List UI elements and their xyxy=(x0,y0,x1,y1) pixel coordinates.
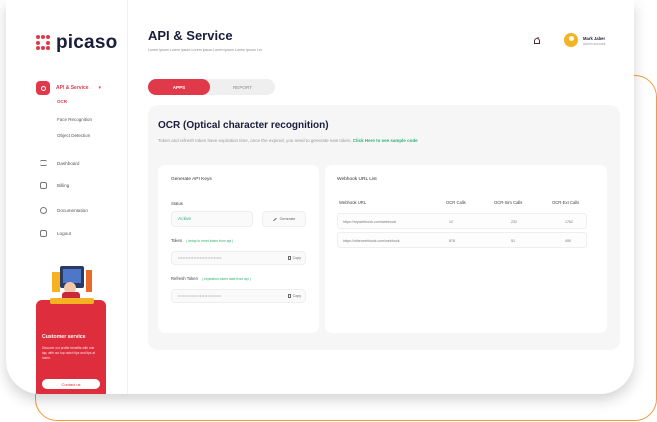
sidebar-item-logout[interactable]: Logout xyxy=(40,230,71,237)
webhook-title: Webhook URL List xyxy=(337,177,377,182)
generate-label: Generate xyxy=(279,217,296,221)
refresh-token-label: Refresh Token xyxy=(171,276,198,281)
ocr-sim-calls: 232 xyxy=(511,220,517,224)
sidebar-item-dashboard[interactable]: Dashboard xyxy=(40,160,79,166)
avatar[interactable] xyxy=(564,33,578,47)
billing-icon xyxy=(40,182,47,189)
promo-description: Discover our profile benefits with one t… xyxy=(42,346,95,360)
ocr-sim-calls: 51 xyxy=(511,239,515,243)
user-role: Admin account xyxy=(583,42,606,46)
token-hint: ( setup to reset token from api ) xyxy=(186,239,234,243)
column-header-ocr: OCR Calls xyxy=(446,200,466,205)
sidebar-item-billing[interactable]: Billing xyxy=(40,182,69,189)
table-row[interactable]: https://mywebhook.com/webhook 12 232 176… xyxy=(337,213,587,229)
copy-refresh-button[interactable]: Copy xyxy=(287,294,301,298)
ocr-ext-calls: 1762 xyxy=(565,220,573,224)
dashboard-icon xyxy=(40,160,47,166)
sidebar-item-api-service[interactable]: API & Service ▾ xyxy=(36,81,101,95)
sidebar-item-label: Billing xyxy=(57,183,70,188)
logout-icon xyxy=(40,230,47,237)
copy-icon xyxy=(287,256,291,260)
generate-button[interactable]: Generate xyxy=(262,211,306,227)
section-title: OCR (Optical character recognition) xyxy=(158,120,329,131)
sidebar-item-label: Dashboard xyxy=(57,160,80,166)
token-label: Token xyxy=(171,238,183,243)
status-label: Status xyxy=(171,201,183,206)
status-field: Active xyxy=(171,211,253,227)
tab-apps[interactable]: APPS xyxy=(148,79,210,95)
logo: picaso xyxy=(36,32,117,54)
token-label-row: Token( setup to reset token from api ) xyxy=(171,238,233,243)
column-header-ocr-sim: OCR-Sim Calls xyxy=(494,200,523,205)
ocr-calls: 878 xyxy=(449,239,455,243)
customer-service-illustration xyxy=(50,266,94,304)
webhook-url: https://otherwebhook.com/webhook xyxy=(343,239,400,243)
picaso-logo-icon xyxy=(36,35,52,51)
note-text: Token and refresh token have expiration … xyxy=(158,138,352,143)
api-keys-card xyxy=(158,165,319,333)
sidebar-item-label: Logout xyxy=(57,231,72,236)
sample-code-link[interactable]: Click Here to see sample code xyxy=(353,138,418,143)
ocr-calls: 12 xyxy=(449,220,453,224)
brand-name: picaso xyxy=(56,32,118,53)
promo-title: Customer service xyxy=(42,334,86,340)
contact-us-button[interactable]: Contact us xyxy=(42,379,100,389)
column-header-url: Webhook URL xyxy=(339,200,367,205)
sidebar: picaso API & Service ▾ OCR Face Recognit… xyxy=(6,0,128,394)
api-icon xyxy=(36,81,50,95)
documentation-icon xyxy=(40,207,47,214)
sidebar-item-label: Documentation xyxy=(57,208,88,213)
copy-icon xyxy=(287,294,291,298)
app-stage: picaso API & Service ▾ OCR Face Recognit… xyxy=(0,0,657,422)
wand-icon xyxy=(272,217,277,221)
webhook-url: https://mywebhook.com/webhook xyxy=(343,220,397,224)
refresh-token-value: •••••••••••••••••••••••••••• xyxy=(178,294,222,298)
page-title: API & Service xyxy=(148,28,233,43)
token-value: •••••••••••••••••••••••••••• xyxy=(178,256,222,260)
copy-label: Copy xyxy=(292,294,301,298)
token-field[interactable]: •••••••••••••••••••••••••••• Copy xyxy=(171,251,306,265)
refresh-token-hint: ( expiration token date from api ) xyxy=(201,277,251,281)
subnav-ocr[interactable]: OCR xyxy=(57,99,67,104)
webhook-card xyxy=(325,165,607,333)
tab-report[interactable]: REPORT xyxy=(210,79,275,95)
copy-token-button[interactable]: Copy xyxy=(287,256,301,260)
page-subtitle: Lorem ipsum Lorem ipsum Lorem ipsum Lore… xyxy=(148,48,263,52)
column-header-ocr-ext: OCR-Ext Calls xyxy=(552,200,580,205)
app-window: picaso API & Service ▾ OCR Face Recognit… xyxy=(6,0,634,394)
sidebar-item-label: API & Service xyxy=(56,85,89,91)
refresh-token-field[interactable]: •••••••••••••••••••••••••••• Copy xyxy=(171,289,306,303)
bell-icon[interactable] xyxy=(533,37,540,44)
tab-bar: APPS REPORT xyxy=(148,79,275,95)
api-keys-title: Generate API Keys xyxy=(171,177,212,182)
sidebar-item-documentation[interactable]: Documentation xyxy=(40,207,88,214)
subnav-face-recognition[interactable]: Face Recognition xyxy=(57,117,92,122)
table-row[interactable]: https://otherwebhook.com/webhook 878 51 … xyxy=(337,232,587,248)
customer-service-card: Customer service Discover our profile be… xyxy=(36,300,106,394)
copy-label: Copy xyxy=(292,256,301,260)
refresh-label-row: Refresh Token( expiration token date fro… xyxy=(171,276,251,281)
subnav-object-detection[interactable]: Object Detection xyxy=(57,133,90,138)
user-name: Mark Jaber xyxy=(583,36,606,41)
chevron-down-icon: ▾ xyxy=(98,85,102,91)
section-note: Token and refresh token have expiration … xyxy=(158,138,418,143)
ocr-ext-calls: 490 xyxy=(565,239,571,243)
